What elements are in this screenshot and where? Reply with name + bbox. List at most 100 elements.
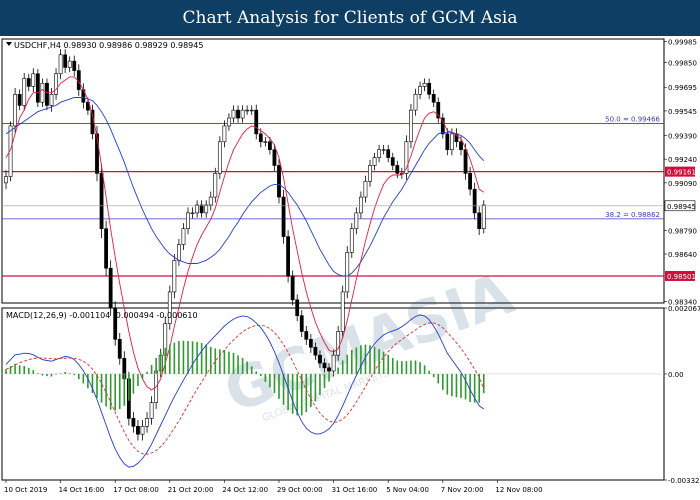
price-tick-label: 0.99090 xyxy=(668,180,697,188)
candle-body xyxy=(418,86,422,95)
time-tick-label: 21 Oct 20:00 xyxy=(168,486,214,494)
candle-body xyxy=(227,117,231,127)
macd-tick-label: 0.00 xyxy=(668,371,684,379)
candle-body xyxy=(463,149,468,174)
candle-body xyxy=(108,267,113,309)
candle-body xyxy=(440,117,445,135)
candle-body xyxy=(427,82,432,95)
candle-body xyxy=(299,315,304,332)
candle-body xyxy=(368,165,372,182)
candle-body xyxy=(4,176,8,184)
candle-body xyxy=(358,196,363,214)
candle-body xyxy=(318,354,322,364)
candle-body xyxy=(136,426,140,435)
candle-body xyxy=(49,94,54,106)
candle-body xyxy=(145,418,149,427)
price-tick-label: 0.99390 xyxy=(668,132,697,140)
candle-body xyxy=(345,252,350,293)
candle-body xyxy=(186,212,190,230)
candle-body xyxy=(272,149,277,166)
candle-body xyxy=(349,228,354,253)
candle-body xyxy=(190,212,195,214)
candle-body xyxy=(217,141,222,174)
candle-body xyxy=(472,188,477,214)
candle-body xyxy=(468,173,473,190)
time-tick-label: 17 Oct 08:00 xyxy=(113,486,159,494)
candle-body xyxy=(386,149,391,158)
candle-body xyxy=(281,196,286,237)
candle-body xyxy=(308,339,313,348)
candle-body xyxy=(13,94,18,127)
time-tick-label: 10 Oct 2019 xyxy=(4,486,47,494)
fib-level-label: 38.2 = 0.98862 xyxy=(605,211,660,219)
candle-body xyxy=(409,109,413,143)
candle-body xyxy=(304,331,309,340)
price-tick-label: 0.98790 xyxy=(668,227,697,235)
price-pane-header: USDCHF,H4 0.98930 0.98986 0.98929 0.9894… xyxy=(14,41,203,50)
macd-tick-label: -0.003325 xyxy=(668,477,700,485)
fib-level-label: 50.0 = 0.99466 xyxy=(605,115,660,123)
candle-body xyxy=(240,109,245,119)
time-tick-label: 12 Nov 08:00 xyxy=(495,486,542,494)
candle-body xyxy=(267,141,272,150)
candle-body xyxy=(249,109,254,112)
candle-body xyxy=(481,204,486,230)
candle-body xyxy=(445,133,450,150)
candle-body xyxy=(459,141,463,150)
candle-body xyxy=(290,275,295,301)
candle-body xyxy=(213,173,218,198)
time-tick-label: 7 Nov 20:00 xyxy=(441,486,484,494)
candle-body xyxy=(99,173,104,230)
current-price-label: 0.98945 xyxy=(667,203,696,211)
candle-body xyxy=(63,54,68,68)
candle-body xyxy=(277,165,281,198)
candle-body xyxy=(263,141,268,143)
candle-body xyxy=(222,125,227,143)
candle-body xyxy=(22,78,27,106)
candle-body xyxy=(372,157,377,166)
candle-body xyxy=(17,94,22,106)
candle-body xyxy=(327,367,331,372)
candle-body xyxy=(295,299,300,316)
candle-body xyxy=(449,133,454,150)
candle-body xyxy=(258,133,263,143)
price-tick-label: 0.99850 xyxy=(668,60,697,68)
candle-body xyxy=(331,354,336,372)
macd-pane-header: MACD(12,26,9) -0.001104 -0.000494 -0.000… xyxy=(6,311,198,320)
candle-body xyxy=(381,149,386,151)
candle-body xyxy=(413,94,418,111)
candle-body xyxy=(199,204,204,214)
candle-body xyxy=(313,346,318,356)
candle-body xyxy=(340,291,345,332)
candle-body xyxy=(45,82,49,106)
candle-body xyxy=(67,60,72,68)
candle-body xyxy=(131,418,136,427)
macd-tick-label: 0.002067 xyxy=(668,305,700,313)
candle-body xyxy=(177,244,181,261)
candle-body xyxy=(172,260,177,293)
time-tick-label: 31 Oct 16:00 xyxy=(332,486,378,494)
candle-body xyxy=(40,82,45,103)
candle-body xyxy=(390,157,395,166)
candle-body xyxy=(254,109,259,135)
candle-body xyxy=(245,109,250,112)
candle-body xyxy=(354,212,359,230)
candle-body xyxy=(363,180,368,198)
chart-area: GCMASIA GLOBAL CAPITAL MARKETS 50.0 = 0.… xyxy=(1,38,700,494)
price-tick-label: 0.99985 xyxy=(668,38,697,46)
candle-body xyxy=(395,165,400,174)
price-tick-label: 0.98640 xyxy=(668,251,697,259)
candle-body xyxy=(195,204,200,214)
candle-body xyxy=(31,73,36,87)
candle-body xyxy=(336,331,341,356)
candle-body xyxy=(231,109,236,119)
candle-body xyxy=(236,109,240,119)
candle-body xyxy=(104,228,109,269)
candle-body xyxy=(477,212,482,230)
banner-title: Chart Analysis for Clients of GCM Asia xyxy=(0,0,700,36)
level-price-label: 0.98501 xyxy=(667,273,696,281)
time-tick-label: 24 Oct 12:00 xyxy=(222,486,268,494)
candle-body xyxy=(58,54,63,75)
time-tick-label: 29 Oct 00:00 xyxy=(277,486,323,494)
time-tick-label: 5 Nov 04:00 xyxy=(386,486,429,494)
